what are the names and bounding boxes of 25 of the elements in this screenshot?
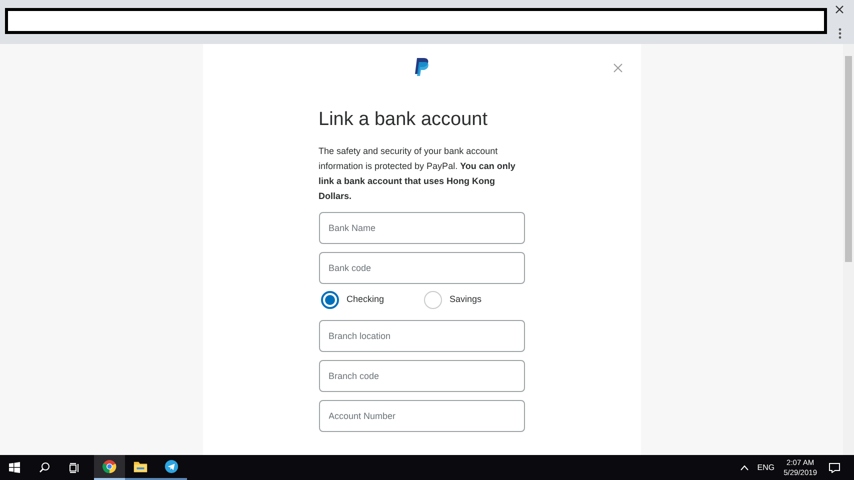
menu-icon[interactable] <box>838 28 842 39</box>
radio-label[interactable]: Checking <box>346 293 384 307</box>
scrollbar[interactable] <box>843 44 854 455</box>
notification-icon[interactable] <box>829 462 840 472</box>
dialog-title: Link a bank account <box>318 108 489 132</box>
input-field[interactable]: Branch location <box>318 320 524 352</box>
radio-button[interactable] <box>424 291 442 309</box>
language-indicator[interactable]: ENG <box>757 462 775 474</box>
task-view-icon[interactable] <box>69 462 80 472</box>
browser-icon <box>102 459 117 474</box>
folder-icon <box>133 459 148 474</box>
description-text: The safety and security of your bank account information is protected by PayPal. You can only link a bank account that uses Hong Kong Dollars. <box>318 145 516 203</box>
logo-icon <box>414 58 428 76</box>
radio-button[interactable] <box>320 291 338 309</box>
taskbar-app[interactable] <box>94 455 125 480</box>
input-field[interactable]: Account Number <box>318 400 524 432</box>
input-field[interactable]: Branch code <box>318 360 524 392</box>
close-icon[interactable] <box>835 5 844 14</box>
chevron-up-icon[interactable] <box>740 464 750 470</box>
radio-label[interactable]: Savings <box>450 293 482 307</box>
search-icon[interactable] <box>39 462 50 473</box>
input-field[interactable]: Bank Name <box>318 212 524 244</box>
paper-plane-icon <box>164 459 179 474</box>
windows-icon[interactable] <box>9 462 20 473</box>
input-field[interactable]: Bank code <box>318 252 524 284</box>
